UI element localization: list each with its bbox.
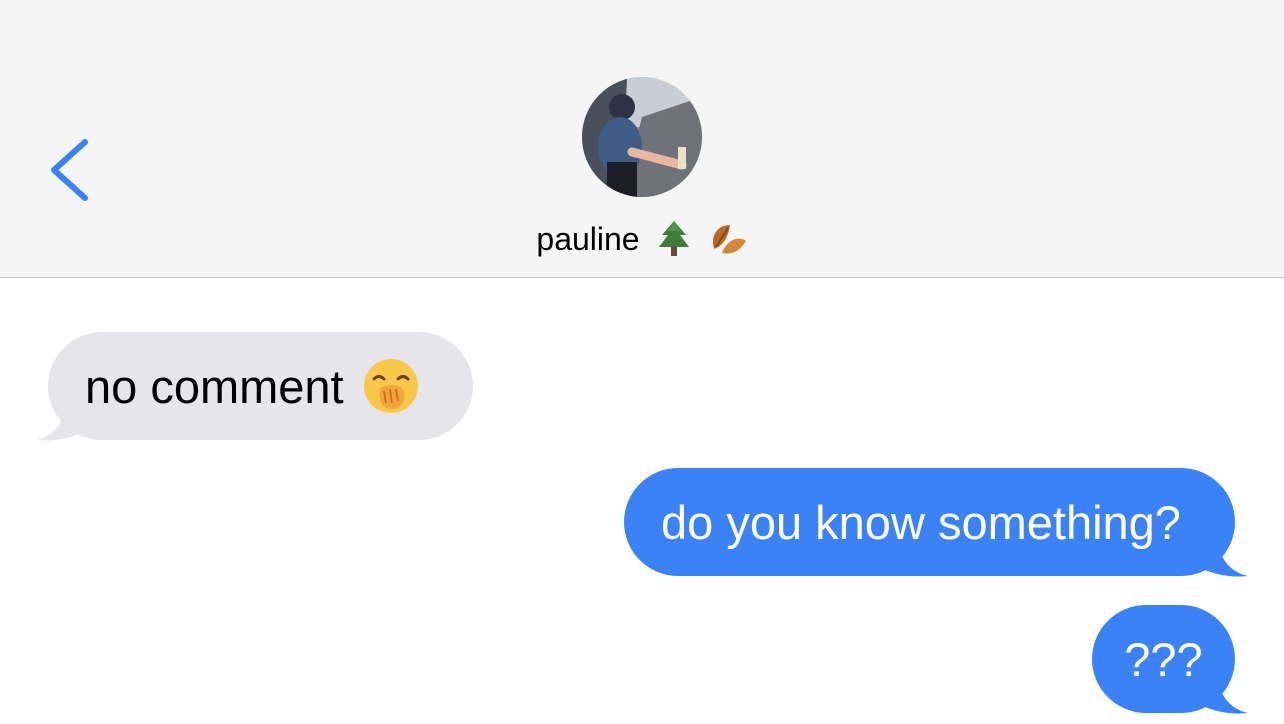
- evergreen-tree-icon: [658, 221, 689, 256]
- face-with-hand-over-mouth-icon: [363, 359, 418, 413]
- message-text: do you know something?: [661, 495, 1181, 549]
- back-button[interactable]: [40, 130, 100, 210]
- message-bubble-sent[interactable]: do you know something?: [624, 468, 1235, 576]
- contact-name: pauline: [536, 220, 640, 257]
- chevron-left-icon: [51, 139, 88, 201]
- conversation-header: pauline: [0, 0, 1284, 278]
- message-bubble-received[interactable]: no comment: [48, 332, 473, 440]
- avatar-photo: [582, 77, 702, 197]
- message-text: no comment: [85, 359, 344, 413]
- contact-name-row[interactable]: pauline: [0, 216, 1284, 262]
- message-text: ???: [1124, 632, 1203, 686]
- fallen-leaf-icon: [712, 225, 746, 254]
- avatar[interactable]: [582, 77, 702, 197]
- message-bubble-sent[interactable]: ???: [1092, 605, 1235, 713]
